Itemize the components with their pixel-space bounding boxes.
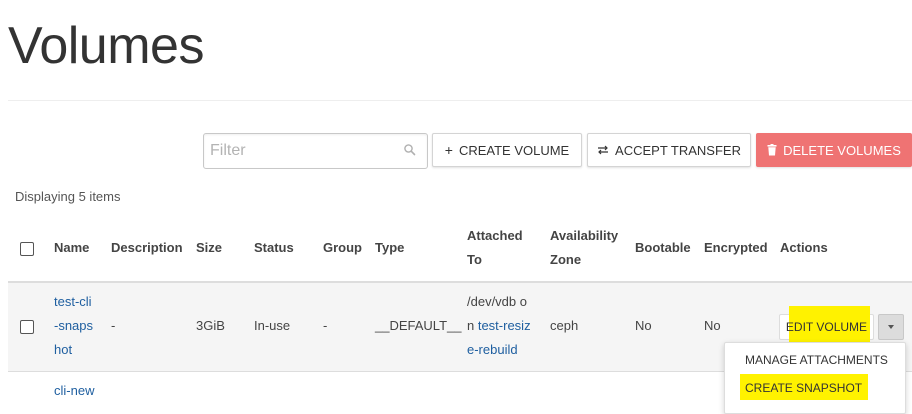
filter-input[interactable] bbox=[204, 134, 400, 168]
volume-attached-to: /dev/vdb o n test-resiz e-rebuild bbox=[467, 290, 531, 362]
header-bootable[interactable]: Bootable bbox=[635, 236, 691, 260]
header-attached-to[interactable]: Attached To bbox=[467, 224, 523, 272]
volume-availability-zone: ceph bbox=[550, 318, 579, 333]
header-attached-line2: To bbox=[467, 252, 482, 267]
menu-item-manage-attachments[interactable]: MANAGE ATTACHMENTS bbox=[745, 353, 888, 367]
exchange-icon bbox=[598, 145, 609, 155]
volume-type: __DEFAULT__ bbox=[375, 318, 462, 333]
volume-encrypted: No bbox=[704, 318, 721, 333]
volume-name-line2: -snaps bbox=[54, 318, 94, 333]
attached-line2: n test-resiz bbox=[467, 314, 531, 338]
actions-dropdown-menu: MANAGE ATTACHMENTS CREATE SNAPSHOT bbox=[724, 342, 906, 414]
accept-transfer-button[interactable]: ACCEPT TRANSFER bbox=[587, 133, 751, 167]
volume-name-link[interactable]: test-cli -snaps hot bbox=[54, 290, 93, 362]
header-size[interactable]: Size bbox=[196, 236, 222, 260]
select-all-checkbox[interactable] bbox=[20, 242, 34, 256]
volume-status: In-use bbox=[254, 318, 291, 333]
trash-icon bbox=[767, 144, 777, 156]
header-status[interactable]: Status bbox=[254, 236, 294, 260]
header-availability-zone[interactable]: Availability Zone bbox=[550, 224, 618, 272]
volume-group: - bbox=[323, 318, 328, 333]
attached-instance-link[interactable]: test-resiz bbox=[478, 318, 531, 333]
plus-icon: + bbox=[444, 142, 453, 158]
header-group[interactable]: Group bbox=[323, 236, 362, 260]
page-title: Volumes bbox=[8, 17, 204, 75]
actions-dropdown-toggle[interactable] bbox=[878, 314, 904, 340]
header-az-line2: Zone bbox=[550, 252, 582, 267]
item-count: Displaying 5 items bbox=[15, 189, 121, 204]
header-name[interactable]: Name bbox=[54, 236, 89, 260]
menu-item-create-snapshot[interactable]: CREATE SNAPSHOT bbox=[745, 381, 862, 395]
volume-name-link-2[interactable]: cli-new bbox=[54, 379, 94, 403]
attached-prefix: n bbox=[467, 318, 478, 333]
edit-volume-button[interactable]: EDIT VOLUME bbox=[779, 306, 874, 346]
attached-path: /dev/vdb o bbox=[467, 294, 527, 309]
create-volume-button[interactable]: + CREATE VOLUME bbox=[432, 133, 582, 167]
volume-name-line1: test-cli bbox=[54, 294, 92, 309]
volume-size: 3GiB bbox=[196, 318, 225, 333]
volume-description: - bbox=[111, 318, 116, 333]
create-volume-label: CREATE VOLUME bbox=[458, 142, 570, 158]
row-checkbox[interactable] bbox=[20, 320, 34, 334]
accept-transfer-label: ACCEPT TRANSFER bbox=[615, 142, 741, 158]
volume-bootable: No bbox=[635, 318, 652, 333]
filter-box[interactable] bbox=[203, 133, 428, 169]
title-divider bbox=[8, 100, 912, 101]
edit-volume-label: EDIT VOLUME bbox=[785, 320, 868, 334]
header-actions: Actions bbox=[780, 240, 828, 255]
chevron-down-icon bbox=[888, 325, 894, 329]
search-icon bbox=[404, 144, 416, 156]
attached-instance-link-cont[interactable]: e-rebuild bbox=[467, 338, 531, 362]
header-az-line1: Availability bbox=[550, 228, 619, 243]
header-description[interactable]: Description bbox=[111, 236, 183, 260]
header-type[interactable]: Type bbox=[375, 236, 404, 260]
header-attached-line1: Attached bbox=[467, 228, 523, 243]
header-encrypted[interactable]: Encrypted bbox=[704, 236, 768, 260]
delete-volumes-button[interactable]: DELETE VOLUMES bbox=[756, 133, 912, 167]
delete-volumes-label: DELETE VOLUMES bbox=[783, 142, 901, 158]
volume-name-line3: hot bbox=[54, 342, 73, 357]
